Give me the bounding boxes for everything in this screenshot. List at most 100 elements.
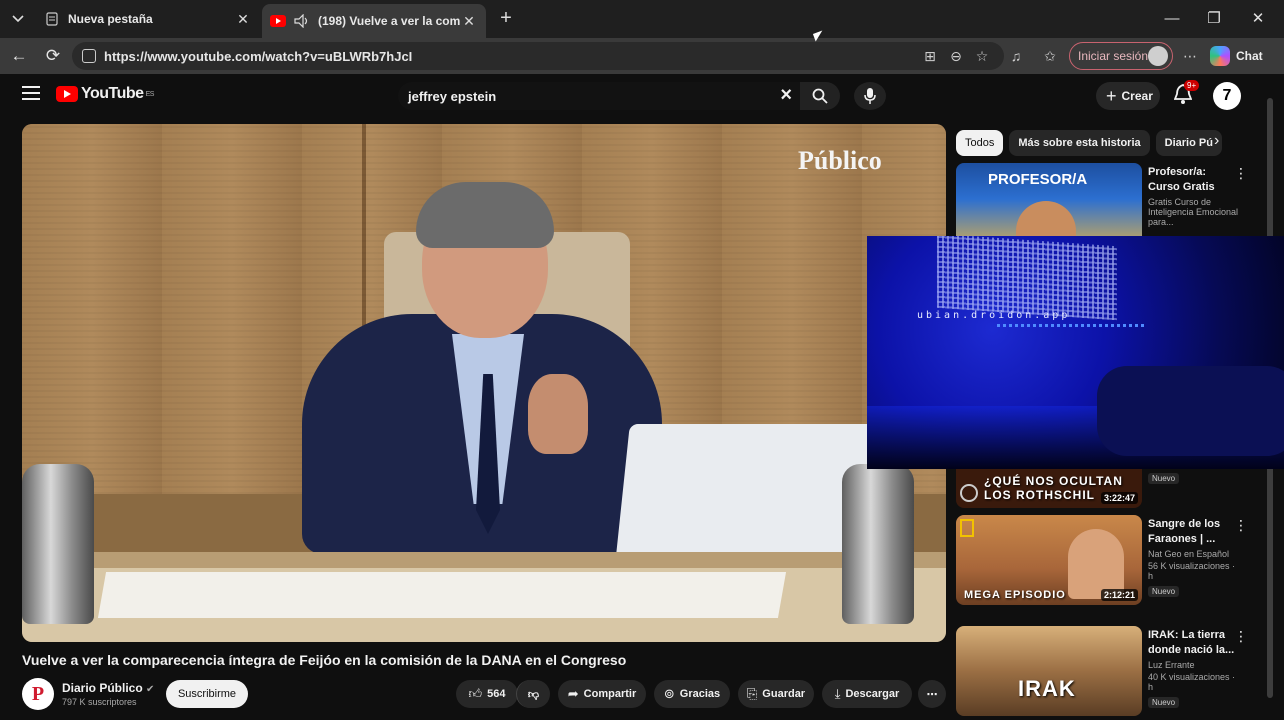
video-thermos-left (22, 464, 94, 624)
room-sofa (1097, 366, 1284, 456)
search-button[interactable] (800, 82, 840, 110)
create-label: Crear (1121, 89, 1153, 103)
zoom-icon[interactable]: ⊖ (946, 46, 966, 66)
recommendation-channel: Nat Geo en Español (1148, 549, 1230, 559)
reload-icon[interactable]: ⟳ (40, 43, 66, 69)
overlay-watermark: ubian.droidon.app (917, 310, 1071, 321)
region-code: ES (145, 90, 155, 98)
recommendation-channel: Luz Errante (1148, 660, 1195, 670)
page-icon (44, 11, 60, 27)
back-arrow-icon[interactable]: ← (6, 43, 32, 69)
tab-close-icon[interactable]: ✕ (234, 11, 252, 28)
recommendation-title: IRAK: La tierra donde nació la... (1148, 629, 1235, 656)
share-button[interactable]: ➦ Compartir (558, 680, 646, 708)
thumbs-down-icon: 👎︎ (527, 688, 540, 701)
channel-name-text: Diario Público (62, 681, 143, 695)
thanks-label: Gracias (679, 688, 721, 700)
more-vertical-icon[interactable]: ⋮ (1234, 628, 1248, 645)
more-actions-button[interactable]: ⋯ (918, 680, 946, 708)
like-button[interactable]: 👍︎ 564 (456, 680, 518, 708)
search-icon (812, 88, 828, 104)
recommendation-item[interactable]: ¿QUÉ NOS OCULTAN LOS ROTHSCHIL 3:22:47 N… (956, 466, 1256, 508)
new-badge: Nuevo (1148, 697, 1180, 708)
chevron-right-icon[interactable]: › (1214, 132, 1219, 150)
app-available-icon[interactable]: ⊞ (920, 46, 940, 66)
thumbs-up-icon: 👍︎ (468, 686, 483, 701)
recommendation-views: 40 K visualizaciones · h (1148, 672, 1236, 692)
search-query: jeffrey epstein (408, 88, 497, 104)
recommendation-thumbnail[interactable]: IRAK (956, 626, 1142, 716)
led-panel (937, 236, 1117, 321)
recommendation-channel: Gratis Curso de Inteligencia Emocional p… (1148, 197, 1239, 227)
tab-new-tab[interactable]: Nueva pestaña ✕ (36, 4, 260, 34)
filter-chips: Todos Más sobre esta historia Diario Pú (956, 130, 1228, 156)
chip-todos[interactable]: Todos (956, 130, 1004, 156)
tab-actions-menu-button[interactable] (4, 5, 32, 33)
microphone-icon (864, 88, 876, 104)
publico-watermark: Público (798, 146, 882, 175)
copilot-chat-button[interactable]: Chat (1210, 44, 1276, 68)
recommendation-item[interactable]: IRAK IRAK: La tierra donde nació la... L… (956, 626, 1256, 718)
restore-icon[interactable]: ❐ (1194, 6, 1234, 32)
download-label: Descargar (845, 688, 900, 700)
search-input[interactable]: jeffrey epstein × (398, 82, 800, 110)
url-text: https://www.youtube.com/watch?v=uBLWRb7h… (104, 48, 413, 64)
download-icon: ⤓ (834, 686, 841, 701)
clear-search-icon[interactable]: × (780, 84, 792, 107)
tab-close-icon[interactable]: ✕ (460, 13, 478, 30)
voice-search-button[interactable] (854, 82, 886, 110)
copilot-icon (1210, 46, 1230, 66)
plus-icon: + (1106, 85, 1117, 106)
site-info-icon[interactable] (82, 49, 96, 63)
favorites-icon[interactable]: ✩ (1040, 46, 1060, 66)
save-button[interactable]: ⎘ Guardar (738, 680, 814, 708)
sign-in-label: Iniciar sesión (1078, 49, 1149, 63)
sign-in-button[interactable]: Iniciar sesión (1069, 42, 1173, 70)
notifications-bell-icon[interactable]: 9+ (1173, 80, 1200, 108)
address-bar[interactable]: https://www.youtube.com/watch?v=uBLWRb7h… (72, 42, 1004, 70)
favorite-star-icon[interactable]: ☆ (972, 46, 992, 66)
subscribe-button[interactable]: Suscribirme (166, 680, 248, 708)
more-vertical-icon[interactable]: ⋮ (1234, 517, 1248, 534)
share-label: Compartir (583, 688, 637, 700)
browser-toolbar: ← ⟳ https://www.youtube.com/watch?v=uBLW… (0, 38, 1284, 74)
minimize-icon[interactable]: — (1152, 6, 1192, 32)
video-papers (97, 572, 787, 618)
create-button[interactable]: + Crear (1096, 82, 1160, 110)
thanks-button[interactable]: ⊚ Gracias (654, 680, 730, 708)
hamburger-menu-icon[interactable] (22, 86, 40, 102)
recommendation-thumbnail[interactable]: MEGA EPISODIO 2:12:21 (956, 515, 1142, 605)
recommendation-meta: Profesor/a: Curso Gratis Gratis Curso de… (1148, 165, 1240, 227)
recommendation-item[interactable]: MEGA EPISODIO 2:12:21 Sangre de los Fara… (956, 515, 1256, 607)
chip-diario-publico[interactable]: Diario Pú (1155, 130, 1222, 156)
speaker-icon[interactable] (294, 13, 310, 29)
youtube-icon (270, 13, 286, 29)
screen: Nueva pestaña ✕ (198) Vuelve a ver la co… (0, 0, 1284, 720)
chip-more-story[interactable]: Más sobre esta historia (1009, 130, 1150, 156)
channel-name[interactable]: Diario Público ✔ (62, 681, 154, 695)
video-title: Vuelve a ver la comparecencia íntegra de… (22, 652, 627, 668)
tab-youtube-video[interactable]: (198) Vuelve a ver la compare ✕ (262, 4, 486, 38)
recommendation-title: Profesor/a: Curso Gratis (1148, 166, 1215, 193)
more-horizontal-icon: ⋯ (926, 688, 938, 701)
video-player[interactable]: Público (22, 124, 946, 642)
dislike-button[interactable]: 👎︎ (516, 680, 550, 708)
download-button[interactable]: ⤓ Descargar (822, 680, 912, 708)
youtube-logo[interactable]: YouTube ES (56, 85, 154, 103)
channel-avatar[interactable]: P (22, 678, 54, 710)
close-window-icon[interactable]: ✕ (1238, 6, 1278, 32)
nat-geo-icon (960, 519, 974, 537)
recommendation-meta: Nuevo (1148, 468, 1240, 486)
floating-video-overlay[interactable]: ubian.droidon.app (867, 236, 1284, 469)
new-tab-plus-icon[interactable]: + (494, 7, 518, 31)
youtube-play-icon (56, 86, 78, 102)
video-speaker-hair (416, 182, 554, 248)
recommendation-thumbnail[interactable]: ¿QUÉ NOS OCULTAN LOS ROTHSCHIL 3:22:47 (956, 466, 1142, 508)
youtube-logo-text: YouTube (81, 85, 144, 102)
media-control-icon[interactable]: ♫ (1006, 46, 1026, 66)
account-avatar[interactable]: 7 (1213, 82, 1241, 110)
video-duration: 3:22:47 (1100, 492, 1138, 504)
tab-title: Nueva pestaña (68, 12, 153, 26)
more-vertical-icon[interactable]: ⋮ (1234, 165, 1248, 182)
more-options-icon[interactable]: ⋯ (1180, 46, 1200, 66)
